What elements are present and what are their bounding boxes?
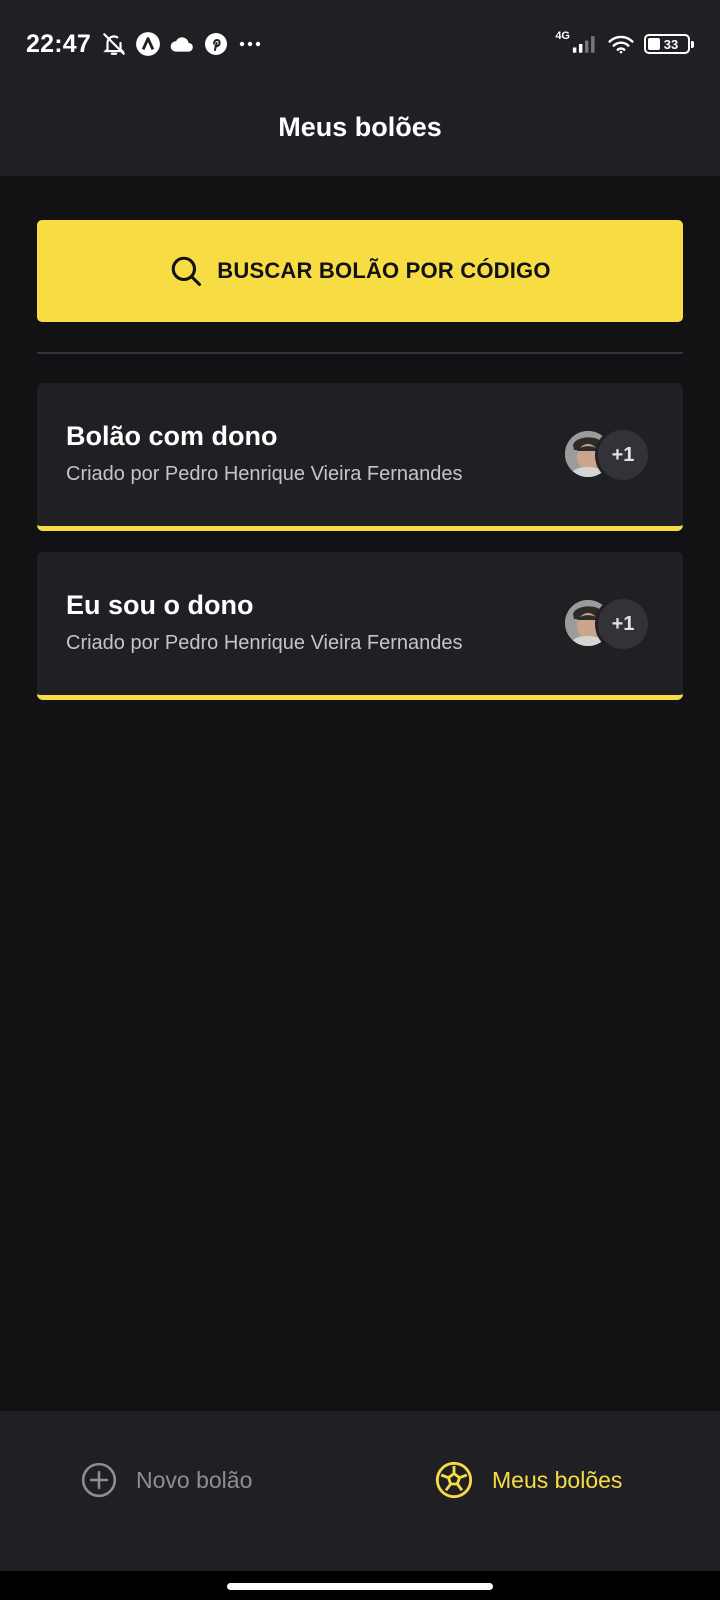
status-left-group: 22:47	[26, 28, 263, 60]
system-nav-bar	[0, 1571, 720, 1600]
tab-new-pool-label: Novo bolão	[136, 1466, 253, 1493]
extra-participants-badge: +1	[595, 596, 651, 652]
signal-icon	[572, 31, 598, 57]
page-title: Meus bolões	[278, 111, 442, 142]
bell-off-icon	[101, 31, 127, 57]
cloud-icon	[169, 31, 195, 57]
pool-card[interactable]: Eu sou o dono Criado por Pedro Henrique …	[37, 552, 683, 700]
tab-new-pool[interactable]: Novo bolão	[80, 1455, 252, 1505]
pool-title: Eu sou o dono	[66, 590, 254, 620]
pool-card[interactable]: Bolão com dono Criado por Pedro Henrique…	[37, 383, 683, 531]
network-type-label: 4G	[555, 30, 570, 42]
plus-circle-icon	[80, 1461, 118, 1499]
tab-my-pools-label: Meus bolões	[492, 1466, 623, 1493]
participants-group: +1	[562, 596, 652, 652]
search-by-code-button[interactable]: BUSCAR BOLÃO POR CÓDIGO	[37, 220, 683, 322]
home-indicator[interactable]	[227, 1583, 493, 1590]
wifi-icon	[608, 31, 634, 57]
battery-icon: 33	[644, 34, 694, 54]
search-icon	[169, 254, 203, 288]
pool-title: Bolão com dono	[66, 421, 278, 451]
more-dots-icon	[237, 31, 263, 57]
soccer-ball-icon	[434, 1460, 474, 1500]
battery-level: 33	[663, 36, 679, 52]
tab-my-pools[interactable]: Meus bolões	[434, 1455, 622, 1505]
extra-participants-badge: +1	[595, 427, 651, 483]
pool-creator: Criado por Pedro Henrique Vieira Fernand…	[66, 463, 463, 485]
bottom-tab-bar: Novo bolão Meus bolões	[0, 1411, 720, 1571]
app-header: Meus bolões	[0, 82, 720, 176]
participants-group: +1	[562, 427, 652, 483]
divider	[37, 352, 683, 354]
search-button-label: BUSCAR BOLÃO POR CÓDIGO	[217, 258, 551, 283]
status-right-group: 4G 33	[555, 28, 694, 60]
status-bar: 22:47 4G 33	[0, 0, 720, 82]
status-time: 22:47	[26, 29, 91, 58]
pool-creator: Criado por Pedro Henrique Vieira Fernand…	[66, 632, 463, 654]
pinterest-icon	[203, 31, 229, 57]
app-a-icon	[135, 31, 161, 57]
